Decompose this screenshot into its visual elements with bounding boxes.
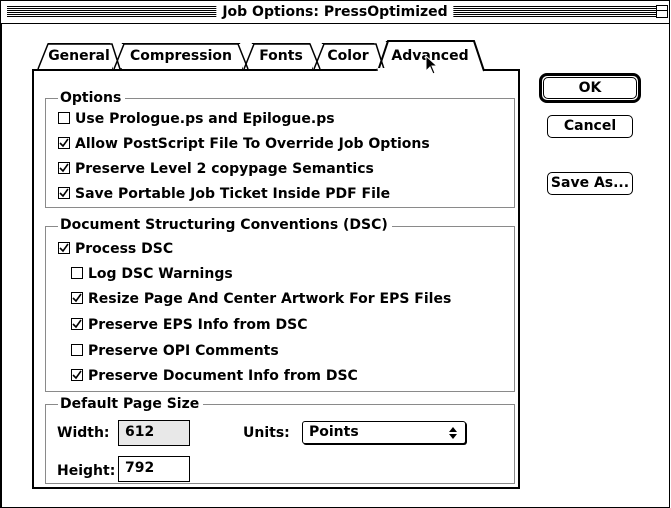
width-field[interactable]: 612 [118, 420, 190, 446]
title-bar[interactable]: Job Options: PressOptimized [1, 1, 669, 24]
tab-general-label: General [48, 48, 110, 64]
checkbox-checked-icon [71, 318, 83, 330]
updown-arrows-icon [449, 427, 457, 439]
checkbox-label: Allow PostScript File To Override Job Op… [75, 136, 430, 152]
window-title: Job Options: PressOptimized [216, 3, 454, 21]
checkbox-checked-icon [58, 187, 70, 199]
checkbox-label: Resize Page And Center Artwork For EPS F… [88, 291, 452, 307]
checkbox-preserve-opi[interactable]: Preserve OPI Comments [71, 342, 279, 360]
height-field[interactable]: 792 [118, 456, 190, 482]
page-size-group-title: Default Page Size [58, 396, 204, 412]
tab-color[interactable]: Color [312, 43, 384, 69]
page-size-group [45, 404, 515, 484]
checkbox-label: Preserve Document Info from DSC [88, 368, 358, 384]
checkbox-resize-page[interactable]: Resize Page And Center Artwork For EPS F… [71, 290, 451, 308]
checkbox-label: Preserve Level 2 copypage Semantics [75, 161, 374, 177]
checkbox-label: Preserve EPS Info from DSC [88, 317, 308, 333]
checkbox-unchecked-icon [71, 267, 83, 279]
checkbox-use-prologue[interactable]: Use Prologue.ps and Epilogue.ps [58, 110, 335, 128]
checkbox-unchecked-icon [58, 112, 70, 124]
tab-compression-label: Compression [130, 48, 232, 64]
height-label: Height: [57, 463, 116, 479]
checkbox-checked-icon [58, 137, 70, 149]
checkbox-save-job-ticket[interactable]: Save Portable Job Ticket Inside PDF File [58, 185, 390, 203]
checkbox-unchecked-icon [71, 344, 83, 356]
checkbox-process-dsc[interactable]: Process DSC [58, 240, 173, 258]
checkbox-checked-icon [58, 162, 70, 174]
checkbox-label: Log DSC Warnings [88, 266, 233, 282]
checkbox-preserve-level2[interactable]: Preserve Level 2 copypage Semantics [58, 160, 374, 178]
checkbox-label: Save Portable Job Ticket Inside PDF File [75, 186, 391, 202]
checkbox-checked-icon [71, 292, 83, 304]
save-as-button[interactable]: Save As... [547, 172, 633, 195]
units-select[interactable]: Points [302, 421, 466, 444]
tab-color-label: Color [327, 48, 369, 64]
checkbox-label: Preserve OPI Comments [88, 343, 279, 359]
units-select-value: Points [309, 424, 359, 440]
cancel-button[interactable]: Cancel [547, 115, 633, 138]
checkbox-label: Use Prologue.ps and Epilogue.ps [75, 111, 335, 127]
checkbox-label: Process DSC [75, 241, 174, 257]
width-label: Width: [57, 425, 110, 441]
units-label: Units: [243, 425, 290, 441]
tab-compression[interactable]: Compression [112, 43, 250, 69]
dsc-group-title: Document Structuring Conventions (DSC) [58, 217, 392, 233]
arrow-cursor-icon [425, 55, 439, 75]
zoom-box-icon[interactable] [656, 5, 668, 18]
checkbox-log-dsc-warnings[interactable]: Log DSC Warnings [71, 265, 233, 283]
checkbox-checked-icon [71, 369, 83, 381]
tab-general[interactable]: General [38, 43, 120, 69]
tab-fonts-label: Fonts [259, 48, 303, 64]
ok-button[interactable]: OK [543, 77, 637, 99]
tab-fonts[interactable]: Fonts [242, 43, 320, 69]
checkbox-preserve-eps-info[interactable]: Preserve EPS Info from DSC [71, 316, 307, 334]
options-group-title: Options [58, 90, 126, 106]
checkbox-preserve-doc-info[interactable]: Preserve Document Info from DSC [71, 367, 358, 385]
checkbox-allow-override[interactable]: Allow PostScript File To Override Job Op… [58, 135, 430, 153]
checkbox-checked-icon [58, 242, 70, 254]
